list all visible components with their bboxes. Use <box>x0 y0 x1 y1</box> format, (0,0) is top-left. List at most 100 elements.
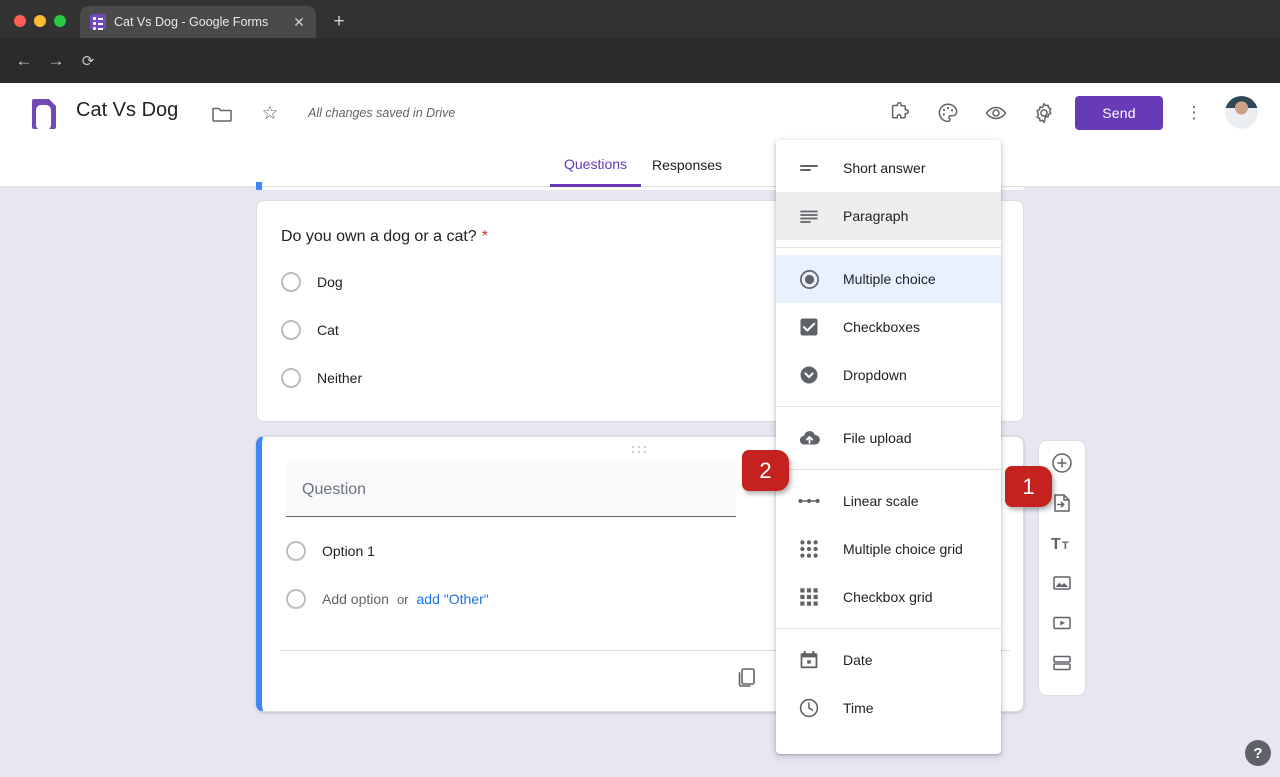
annotation-badge-2: 2 <box>742 450 789 491</box>
annotation-number: 1 <box>1022 474 1034 500</box>
add-section-icon[interactable] <box>1050 651 1074 675</box>
radio-icon[interactable] <box>281 368 301 388</box>
menu-item-label: Checkboxes <box>843 319 920 335</box>
menu-item-linear-scale[interactable]: Linear scale <box>776 477 1001 525</box>
theme-palette-icon[interactable] <box>935 100 961 126</box>
menu-divider <box>776 406 1001 407</box>
radio-icon[interactable] <box>281 272 301 292</box>
send-button[interactable]: Send <box>1075 96 1163 130</box>
question-type-menu[interactable]: Short answer Paragraph Multiple choice C… <box>776 140 1001 754</box>
clock-icon <box>798 697 820 719</box>
svg-text:T: T <box>1062 540 1069 552</box>
radio-grid-icon <box>798 538 820 560</box>
menu-item-label: Checkbox grid <box>843 589 933 605</box>
menu-item-label: File upload <box>843 430 912 446</box>
radio-icon[interactable] <box>286 541 306 561</box>
calendar-icon <box>798 649 820 671</box>
menu-item-label: Date <box>843 652 873 668</box>
menu-divider <box>776 628 1001 629</box>
option-label: Cat <box>317 322 339 338</box>
add-option-button[interactable]: Add option <box>322 591 389 607</box>
star-form-icon[interactable]: ☆ <box>258 102 282 126</box>
short-answer-icon <box>798 157 820 179</box>
duplicate-icon[interactable] <box>734 665 758 689</box>
browser-tab[interactable]: Cat Vs Dog - Google Forms ✕ <box>80 6 316 38</box>
window-maximize-button[interactable] <box>54 15 66 27</box>
drag-handle-icon[interactable] <box>632 446 650 454</box>
form-title[interactable]: Cat Vs Dog <box>76 99 178 122</box>
option-label: Option 1 <box>322 543 375 559</box>
new-tab-button[interactable]: + <box>326 10 352 36</box>
user-account-avatar[interactable] <box>1225 96 1258 129</box>
add-other-link[interactable]: add "Other" <box>417 591 489 607</box>
browser-toolbar: ← → ⟳ docs.google.com/forms/d/1QrEYytV66… <box>0 38 1280 83</box>
add-option-row[interactable]: Add option or add "Other" <box>286 589 489 609</box>
add-question-icon[interactable] <box>1050 451 1074 475</box>
google-forms-favicon <box>90 14 106 30</box>
browser-titlebar: Cat Vs Dog - Google Forms ✕ + <box>0 0 1280 38</box>
menu-item-label: Short answer <box>843 160 925 176</box>
paragraph-icon <box>798 205 820 227</box>
question-1-title-text: Do you own a dog or a cat? <box>281 228 477 245</box>
radio-filled-icon <box>798 268 820 290</box>
radio-icon[interactable] <box>281 320 301 340</box>
save-status-text: All changes saved in Drive <box>308 106 455 120</box>
import-questions-icon[interactable] <box>1050 491 1074 515</box>
browser-chrome: Cat Vs Dog - Google Forms ✕ + ← → ⟳ docs… <box>0 0 1280 83</box>
add-image-icon[interactable] <box>1050 571 1074 595</box>
menu-item-checkbox-grid[interactable]: Checkbox grid <box>776 573 1001 621</box>
checkbox-grid-icon <box>798 586 820 608</box>
add-video-icon[interactable] <box>1050 611 1074 635</box>
radio-icon <box>286 589 306 609</box>
linear-scale-icon <box>798 490 820 512</box>
close-icon[interactable]: ✕ <box>290 13 308 31</box>
more-options-icon[interactable]: ⋮ <box>1182 100 1206 126</box>
window-close-button[interactable] <box>14 15 26 27</box>
menu-item-checkboxes[interactable]: Checkboxes <box>776 303 1001 351</box>
help-icon: ? <box>1253 745 1262 762</box>
settings-gear-icon[interactable] <box>1031 100 1057 126</box>
question-2-option-1[interactable]: Option 1 <box>286 541 375 561</box>
question-1-option-3[interactable]: Neither <box>281 368 362 388</box>
or-separator: or <box>397 592 409 607</box>
question-1-option-2[interactable]: Cat <box>281 320 339 340</box>
menu-item-multiple-choice[interactable]: Multiple choice <box>776 255 1001 303</box>
reload-icon[interactable]: ⟳ <box>74 47 102 75</box>
menu-item-label: Time <box>843 700 874 716</box>
tab-responses[interactable]: Responses <box>638 143 736 186</box>
google-forms-logo <box>32 99 56 129</box>
menu-item-paragraph[interactable]: Paragraph <box>776 192 1001 240</box>
checkbox-checked-icon <box>798 316 820 338</box>
add-ons-puzzle-icon[interactable] <box>887 100 913 126</box>
forms-tabstrip: Questions Responses <box>0 143 1280 187</box>
svg-text:T: T <box>1051 536 1061 553</box>
required-marker: * <box>482 228 488 245</box>
menu-item-label: Linear scale <box>843 493 919 509</box>
window-minimize-button[interactable] <box>34 15 46 27</box>
menu-item-time[interactable]: Time <box>776 684 1001 732</box>
question-1-title: Do you own a dog or a cat? * <box>281 228 488 246</box>
tab-questions[interactable]: Questions <box>550 143 641 187</box>
menu-item-short-answer[interactable]: Short answer <box>776 144 1001 192</box>
menu-item-file-upload[interactable]: File upload <box>776 414 1001 462</box>
forward-icon[interactable]: → <box>42 47 70 75</box>
cloud-upload-icon <box>798 427 820 449</box>
question-text-input[interactable]: Question <box>286 463 736 517</box>
menu-item-label: Multiple choice <box>843 271 936 287</box>
menu-item-multiple-choice-grid[interactable]: Multiple choice grid <box>776 525 1001 573</box>
back-icon[interactable]: ← <box>10 47 38 75</box>
menu-item-label: Multiple choice grid <box>843 541 963 557</box>
option-label: Dog <box>317 274 343 290</box>
preview-eye-icon[interactable] <box>983 100 1009 126</box>
menu-divider <box>776 247 1001 248</box>
folder-icon[interactable] <box>210 102 234 126</box>
menu-item-label: Paragraph <box>843 208 908 224</box>
annotation-badge-1: 1 <box>1005 466 1052 507</box>
menu-item-date[interactable]: Date <box>776 636 1001 684</box>
annotation-number: 2 <box>759 458 771 484</box>
add-title-description-icon[interactable]: T T <box>1050 531 1074 555</box>
menu-item-dropdown[interactable]: Dropdown <box>776 351 1001 399</box>
help-button[interactable]: ? <box>1245 740 1271 766</box>
question-1-option-1[interactable]: Dog <box>281 272 343 292</box>
dropdown-arrow-icon <box>798 364 820 386</box>
